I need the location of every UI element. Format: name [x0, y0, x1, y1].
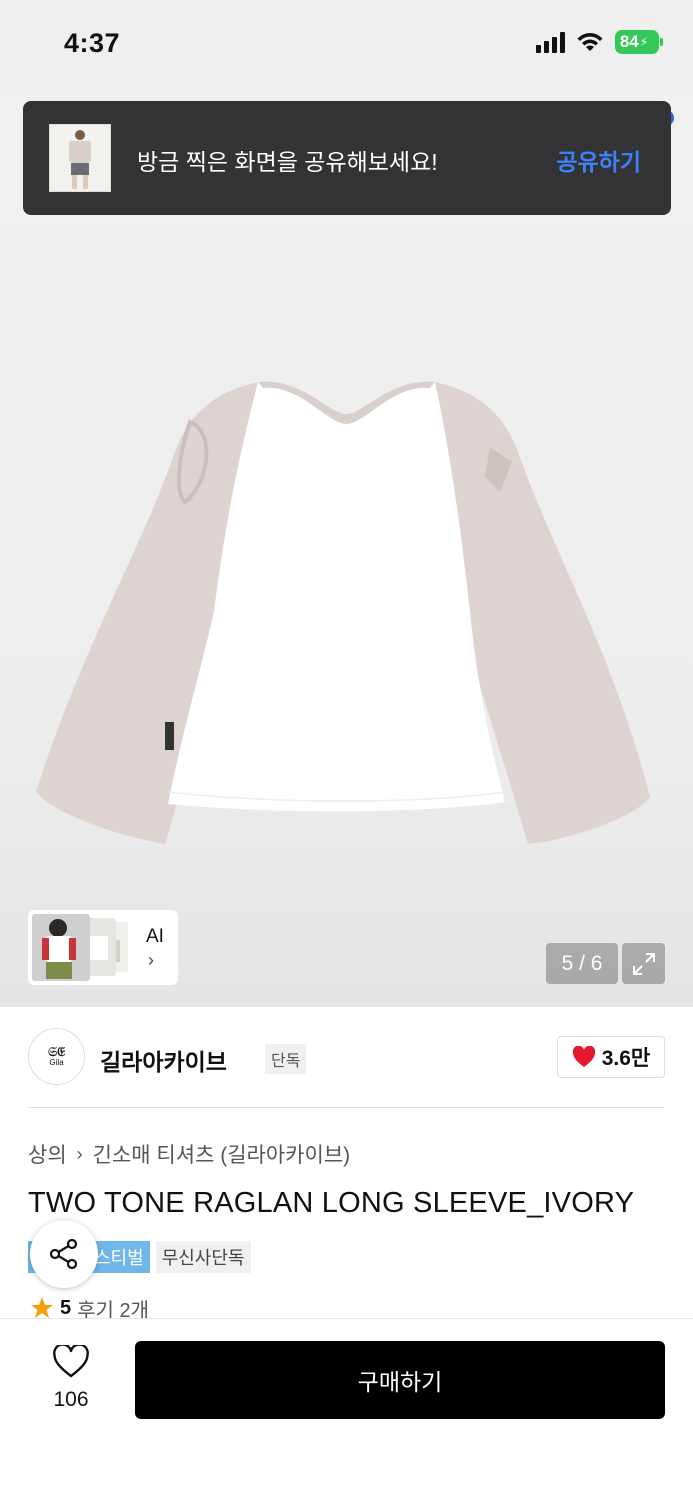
toast-share-button[interactable]: 공유하기 [556, 143, 641, 177]
brand-row: 𝔖𝔈 Gila 길라아카이브 단독 3.6만 [28, 1028, 665, 1086]
wifi-icon [577, 33, 603, 51]
battery-level: 84 [619, 32, 639, 51]
chevron-right-icon: › [76, 1143, 83, 1164]
exclusive-tag: 무신사단독 [155, 1241, 251, 1273]
brand-logo-mark: 𝔖𝔈 [47, 1044, 66, 1059]
chevron-right-icon: › [148, 950, 154, 970]
exclusive-badge: 단독 [265, 1044, 307, 1074]
product-image[interactable] [0, 92, 693, 1007]
divider [28, 1107, 665, 1108]
heart-filled-icon [572, 1046, 595, 1067]
status-bar: 4:37 84 ⚡ [0, 0, 693, 92]
expand-icon[interactable] [622, 943, 665, 984]
ai-style-thumbnails[interactable]: AI › [28, 910, 178, 985]
breadcrumb: 상의 › 긴소매 티셔츠 (길라아카이브) [28, 1139, 350, 1169]
brand-name[interactable]: 길라아카이브 [100, 1043, 227, 1077]
wishlist-count: 106 [53, 1388, 89, 1411]
rating-score: 5 [60, 1298, 72, 1318]
breadcrumb-subcategory[interactable]: 긴소매 티셔츠 (길라아카이브) [93, 1139, 351, 1169]
brand-logo-text: Gila [49, 1058, 64, 1067]
share-icon [49, 1238, 78, 1270]
share-button[interactable] [30, 1220, 98, 1288]
brand-like-count: 3.6만 [601, 1047, 651, 1070]
breadcrumb-category[interactable]: 상의 [28, 1139, 67, 1169]
battery-icon: 84 ⚡ [615, 30, 663, 54]
product-shirt-image [36, 381, 650, 844]
screenshot-thumbnail [49, 124, 111, 192]
heart-outline-icon [53, 1343, 89, 1378]
status-time: 4:37 [64, 28, 121, 58]
signal-bars-icon [536, 31, 565, 53]
share-toast: 방금 찍은 화면을 공유해보세요! 공유하기 [23, 101, 671, 215]
product-title: TWO TONE RAGLAN LONG SLEEVE_IVORY [28, 1187, 635, 1219]
star-icon [31, 1298, 53, 1318]
ai-label: AI [146, 926, 164, 947]
brand-like-button[interactable]: 3.6만 [557, 1036, 665, 1078]
wishlist-button[interactable]: 106 [46, 1343, 96, 1412]
brand-logo[interactable]: 𝔖𝔈 Gila [28, 1028, 85, 1085]
toast-message: 방금 찍은 화면을 공유해보세요! [137, 149, 438, 175]
buy-button[interactable]: 구매하기 [135, 1341, 665, 1419]
bottom-action-bar: 106 구매하기 [0, 1318, 693, 1500]
image-counter: 5 / 6 [546, 943, 618, 984]
rating-row[interactable]: 5 후기 2개 [30, 1298, 149, 1318]
style-thumbnail-images [32, 914, 128, 981]
review-count: 후기 2개 [77, 1299, 150, 1319]
status-icons: 84 ⚡ [536, 30, 663, 54]
